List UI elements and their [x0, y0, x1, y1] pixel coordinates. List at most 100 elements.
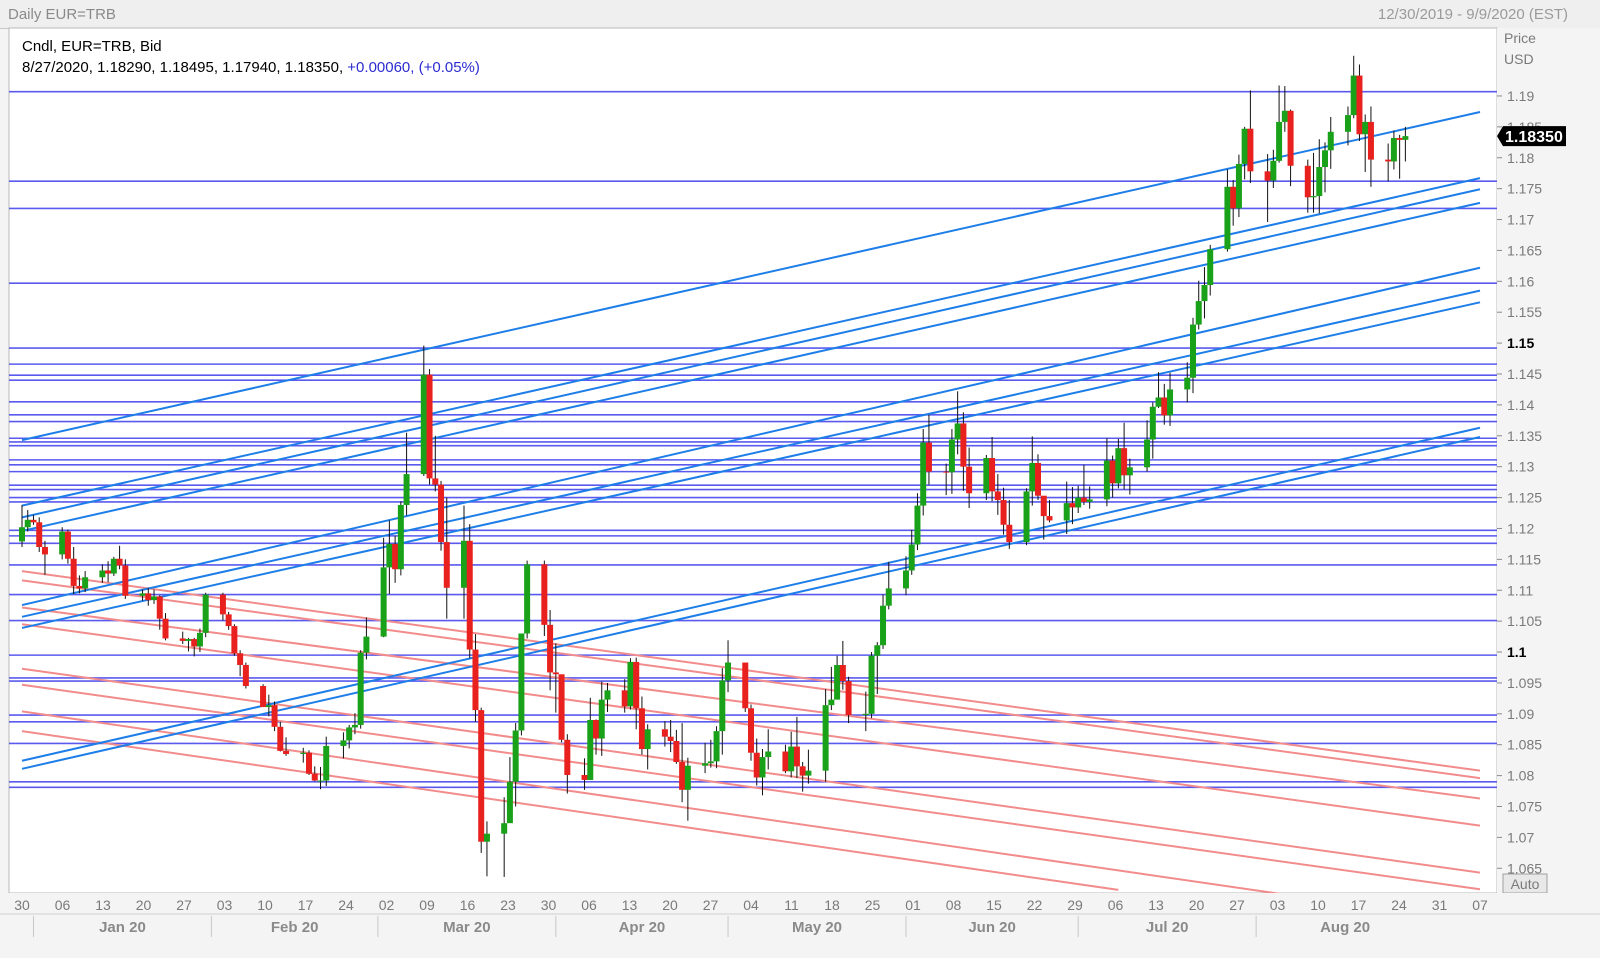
legend-ohlc-values: 8/27/2020, 1.18290, 1.18495, 1.17940, 1.…: [22, 59, 344, 76]
candle-down: [1121, 448, 1128, 476]
candle-up: [954, 423, 961, 440]
candle-down: [145, 593, 152, 601]
candle-up: [828, 699, 835, 706]
candle-down: [581, 774, 588, 780]
candle-up: [719, 680, 726, 732]
candle-up: [1029, 462, 1036, 492]
candle-up: [713, 731, 720, 762]
candle-up: [300, 752, 307, 754]
candle-up: [1350, 75, 1357, 116]
candle-down: [306, 752, 313, 774]
candle-down: [116, 558, 123, 566]
candle-up: [868, 655, 875, 714]
y-tick-label: 1.14: [1507, 397, 1534, 413]
candle-down: [242, 665, 249, 687]
candle-up: [983, 458, 990, 494]
candle-down: [1385, 159, 1392, 162]
candle-up: [518, 633, 525, 731]
candle-up: [1270, 160, 1277, 181]
candle-up: [1362, 121, 1369, 135]
candle-down: [1264, 171, 1271, 181]
candle-down: [1035, 462, 1042, 496]
candle-down: [667, 736, 674, 742]
candle-up: [1201, 285, 1208, 302]
candle-up: [874, 645, 881, 656]
candle-down: [661, 729, 668, 737]
candle-up: [862, 713, 869, 716]
chart-legend: Cndl, EUR=TRB, Bid 8/27/2020, 1.18290, 1…: [22, 36, 480, 78]
candle-up: [1322, 150, 1329, 168]
candle-up: [363, 636, 370, 653]
candle-up: [822, 705, 829, 771]
candle-down: [1040, 495, 1047, 517]
candle-down: [960, 423, 967, 467]
candle-down: [231, 626, 238, 654]
candle-up: [902, 570, 909, 589]
candle-up: [1184, 377, 1191, 390]
candle-down: [673, 741, 680, 763]
candle-up: [397, 504, 404, 570]
candle-up: [759, 757, 766, 778]
candle-up: [340, 740, 347, 746]
x-tick-label: 27: [1229, 897, 1245, 913]
x-month-label: Mar 20: [443, 919, 491, 936]
candle-down: [443, 542, 450, 588]
candle-up: [707, 761, 714, 764]
candle-down: [1367, 121, 1374, 160]
candle-up: [948, 439, 955, 473]
legend-series: Cndl, EUR=TRB, Bid: [22, 38, 162, 55]
candle-up: [908, 544, 915, 571]
y-tick-label: 1.13: [1507, 459, 1534, 475]
x-tick-label: 25: [865, 897, 881, 913]
y-tick-label: 1.1: [1507, 644, 1527, 660]
candle-up: [1195, 301, 1202, 325]
candle-down: [742, 662, 749, 709]
candle-up: [1149, 406, 1156, 440]
candle-up: [1235, 163, 1242, 209]
x-tick-label: 13: [95, 897, 111, 913]
candle-down: [271, 705, 278, 727]
x-tick-label: 20: [136, 897, 152, 913]
candle-down: [260, 686, 267, 708]
x-month-label: Jul 20: [1146, 919, 1189, 936]
candle-up: [805, 770, 812, 776]
x-tick-label: 30: [541, 897, 557, 913]
candle-down: [839, 665, 846, 682]
candle-down: [925, 442, 932, 472]
candle-up: [598, 699, 605, 739]
candle-up: [110, 558, 117, 574]
x-tick-label: 20: [1189, 897, 1205, 913]
y-tick-label: 1.125: [1507, 490, 1542, 506]
candle-down: [679, 762, 686, 790]
candle-up: [644, 729, 651, 750]
x-tick-label: 27: [703, 897, 719, 913]
candle-down: [283, 750, 290, 754]
candle-up: [185, 639, 192, 641]
candle-down: [466, 540, 473, 650]
candle-up: [1327, 131, 1334, 151]
x-tick-label: 16: [460, 897, 476, 913]
auto-scale-button[interactable]: Auto: [1502, 873, 1548, 894]
candle-down: [237, 653, 244, 666]
x-month-label: Feb 20: [271, 919, 319, 936]
chart-window: Daily EUR=TRB 12/30/2019 - 9/9/2020 (EST…: [0, 0, 1600, 958]
last-price-label: 1.18350: [1505, 129, 1563, 146]
candle-up: [483, 833, 490, 842]
candle-up: [1207, 249, 1214, 286]
y-tick-label: 1.145: [1507, 366, 1542, 382]
x-month-label: Jun 20: [968, 919, 1016, 936]
candle-down: [1109, 460, 1116, 484]
candle-up: [880, 605, 887, 646]
x-month-label: May 20: [792, 919, 842, 936]
candle-up: [403, 474, 410, 505]
candle-up: [196, 632, 203, 647]
x-month-label: Aug 20: [1320, 919, 1370, 936]
candle-up: [1115, 448, 1122, 484]
candle-down: [1247, 128, 1254, 172]
candle-up: [1316, 167, 1323, 197]
candle-down: [943, 471, 950, 473]
candle-down: [76, 585, 83, 589]
price-chart[interactable]: PriceUSD1.0651.071.0751.081.0851.091.095…: [0, 0, 1600, 958]
candle-down: [1000, 500, 1007, 525]
y-tick-label: 1.11: [1507, 582, 1533, 598]
